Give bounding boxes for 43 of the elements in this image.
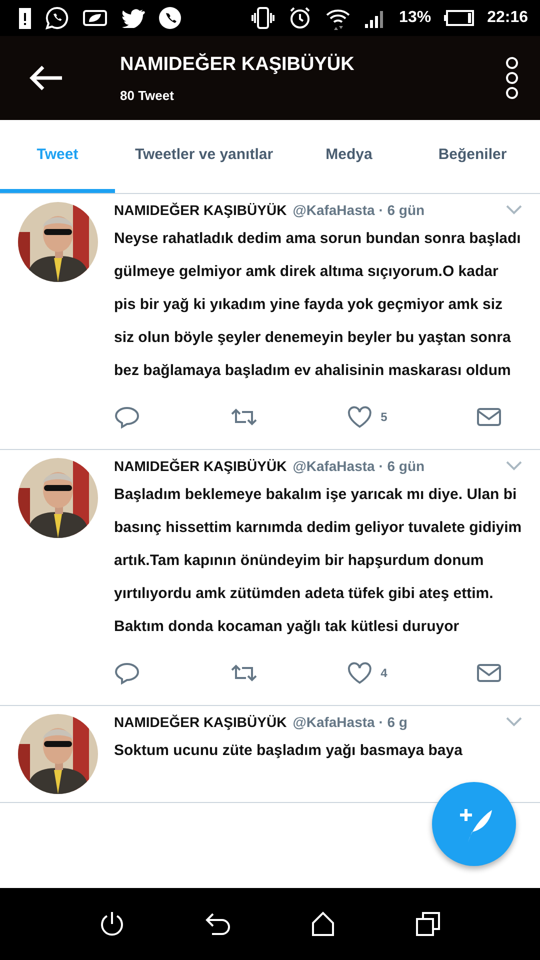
home-icon[interactable]	[310, 911, 336, 937]
profile-name: NAMIDEĞER KAŞIBÜYÜK	[120, 54, 356, 76]
vibrate-icon	[251, 6, 276, 30]
heart-icon[interactable]	[347, 661, 373, 685]
heart-icon[interactable]	[347, 405, 373, 429]
author-name: NAMIDEĞER KAŞIBÜYÜK	[114, 202, 287, 218]
like-count: 5	[380, 410, 388, 424]
more-options-icon	[504, 56, 520, 100]
more-options-button[interactable]	[504, 56, 520, 100]
like-count: 4	[380, 666, 388, 680]
phone-icon	[158, 6, 182, 30]
author-name: NAMIDEĞER KAŞIBÜYÜK	[114, 714, 287, 730]
clock-time: 22:16	[487, 9, 528, 27]
back-arrow-icon	[28, 64, 64, 92]
reply-icon[interactable]	[114, 661, 140, 685]
mail-icon[interactable]	[476, 406, 502, 428]
back-icon[interactable]	[204, 912, 232, 936]
compose-button[interactable]	[432, 782, 516, 866]
retweet-icon[interactable]	[228, 662, 259, 684]
retweet-icon[interactable]	[228, 406, 259, 428]
tweet-count: 80 Tweet	[120, 88, 175, 102]
bird-icon	[121, 8, 145, 28]
author-name: NAMIDEĞER KAŞIBÜYÜK	[114, 458, 287, 474]
profile-tab[interactable]: Beğeniler	[405, 120, 540, 193]
leaf-battery-icon	[82, 9, 108, 27]
profile-tab[interactable]: Tweetler ve yanıtlar	[115, 120, 293, 193]
battery-percent: 13%	[399, 9, 432, 27]
alarm-clock-icon	[288, 6, 312, 30]
recent-apps-icon[interactable]	[414, 911, 441, 937]
tweet-text: Soktum ucunu züte başladım yağı basmaya baya	[114, 741, 464, 761]
battery-alert-icon	[18, 6, 32, 30]
tweet-text: Başladım beklemeye bakalım işe yarıcak mı diye. Ulan bi basınç hissettim karnımda dedim geliyor tuvalete gidiyim artık.Tam kapının önündeyim bir hapşurdum donum yırtılıyordu amk zütümden adeta tüfek gibi ateş ettim. Baktım donda kocaman yağlı tak kütlesi duruyor	[114, 485, 522, 637]
power-icon[interactable]	[99, 911, 126, 937]
back-button[interactable]	[28, 64, 64, 92]
reply-icon[interactable]	[114, 405, 140, 429]
tweet-meta: @KafaHasta · 6 g	[292, 714, 408, 730]
mail-icon[interactable]	[476, 662, 502, 684]
tweet-meta: @KafaHasta · 6 gün	[292, 202, 425, 218]
tweet-text: Neyse rahatladık dedim ama sorun bundan sonra başladı gülmeye gelmiyor amk direk altıma sıçıyorum.O kadar pis bir yağ ki yıkadım yine fayda yok geçmiyor amk siz siz olun böyle şeyler denemeyin beyler bu yaştan sonra bez bağlamaya başladım ev ahalisinin maskarası oldum	[114, 229, 522, 381]
profile-tab[interactable]: Medya	[293, 120, 405, 193]
phone-bubble-icon	[45, 6, 69, 30]
battery-icon	[444, 10, 474, 26]
tweet-meta: @KafaHasta · 6 gün	[292, 458, 425, 474]
